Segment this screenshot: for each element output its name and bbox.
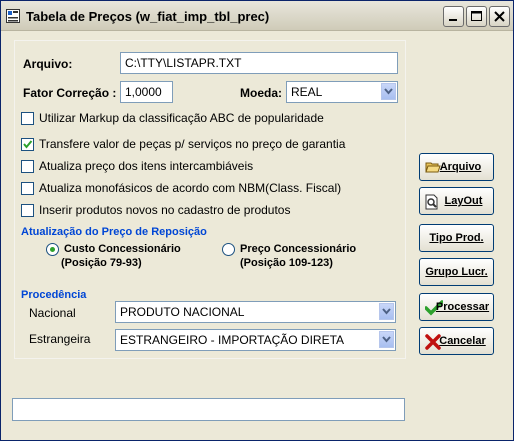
radio-custo-concessionario[interactable] xyxy=(46,243,59,256)
radio-preco-concessionario[interactable] xyxy=(222,243,235,256)
nacional-value: PRODUTO NACIONAL xyxy=(120,305,245,319)
status-field xyxy=(12,398,405,421)
nacional-label: Nacional xyxy=(29,306,76,320)
checkbox-inserir-produtos-label: Inserir produtos novos no cadastro de pr… xyxy=(39,203,291,217)
moeda-label: Moeda: xyxy=(240,86,282,100)
maximize-button[interactable] xyxy=(466,6,487,27)
cancelar-button-label: Cancelar xyxy=(439,335,486,347)
arquivo-button-label: Arquivo xyxy=(439,161,482,173)
moeda-select[interactable]: REAL xyxy=(286,81,398,103)
checkbox-markup-abc-label: Utilizar Markup da classificação ABC de … xyxy=(39,111,324,125)
app-icon xyxy=(6,9,20,23)
chevron-down-icon xyxy=(384,88,393,95)
fator-correcao-label: Fator Correção : xyxy=(23,86,117,100)
tipo-prod-button[interactable]: Tipo Prod. xyxy=(419,224,494,252)
checkbox-inserir-produtos[interactable] xyxy=(21,204,34,217)
checkmark-icon xyxy=(23,140,33,149)
grupo-lucr-button-label: Grupo Lucr. xyxy=(425,266,488,278)
minimize-button[interactable] xyxy=(443,6,464,27)
tipo-prod-button-label: Tipo Prod. xyxy=(429,232,484,244)
checkbox-transfere-valor[interactable] xyxy=(21,138,34,151)
cancelar-button[interactable]: Cancelar xyxy=(419,327,494,355)
chevron-down-icon xyxy=(382,336,391,343)
radio-custo-concessionario-sub: (Posição 79-93) xyxy=(61,257,142,269)
estrangeira-value: ESTRANGEIRO - IMPORTAÇÃO DIRETA xyxy=(120,333,345,347)
nacional-select[interactable]: PRODUTO NACIONAL xyxy=(115,301,396,323)
estrangeira-dropdown-button[interactable] xyxy=(379,331,394,348)
procedencia-section-title: Procedência xyxy=(21,289,87,301)
radio-preco-concessionario-sub: (Posição 109-123) xyxy=(240,257,333,269)
checkbox-markup-abc[interactable] xyxy=(21,112,34,125)
layout-button-label: LayOut xyxy=(444,195,483,207)
checkbox-atualiza-intercambiaveis-label: Atualiza preço dos itens intercambiáveis xyxy=(39,159,254,173)
chevron-down-icon xyxy=(382,308,391,315)
processar-button[interactable]: Processar xyxy=(419,293,494,321)
moeda-dropdown-button[interactable] xyxy=(381,83,396,100)
checkbox-transfere-valor-label: Transfere valor de peças p/ serviços no … xyxy=(39,137,346,151)
checkbox-atualiza-monofasicos-label: Atualiza monofásicos de acordo com NBM(C… xyxy=(39,181,342,195)
nacional-dropdown-button[interactable] xyxy=(379,303,394,320)
minimize-icon xyxy=(449,19,457,21)
close-button[interactable] xyxy=(489,6,510,27)
fator-correcao-input[interactable]: 1,0000 xyxy=(120,81,173,103)
title-bar: Tabela de Preços (w_fiat_imp_tbl_prec) xyxy=(1,1,513,31)
radio-custo-concessionario-label: Custo Concessionário xyxy=(64,243,181,255)
checkbox-atualiza-intercambiaveis[interactable] xyxy=(21,160,34,173)
moeda-value: REAL xyxy=(291,85,323,99)
maximize-icon xyxy=(471,11,482,21)
radio-selected-dot xyxy=(50,247,55,252)
grupo-lucr-button[interactable]: Grupo Lucr. xyxy=(419,258,494,286)
estrangeira-label: Estrangeira xyxy=(29,332,91,346)
checkbox-atualiza-monofasicos[interactable] xyxy=(21,182,34,195)
window: Tabela de Preços (w_fiat_imp_tbl_prec) A… xyxy=(0,0,514,441)
radio-preco-concessionario-label: Preço Concessionário xyxy=(240,243,357,255)
estrangeira-select[interactable]: ESTRANGEIRO - IMPORTAÇÃO DIRETA xyxy=(115,329,396,351)
arquivo-label: Arquivo: xyxy=(23,57,73,71)
window-title: Tabela de Preços (w_fiat_imp_tbl_prec) xyxy=(26,9,270,24)
client-area: Arquivo: C:\TTY\LISTAPR.TXT Fator Correç… xyxy=(3,32,511,438)
processar-button-label: Processar xyxy=(435,301,490,313)
close-icon xyxy=(494,11,505,22)
layout-button[interactable]: LayOut xyxy=(419,187,494,215)
reposicao-section-title: Atualização do Preço de Reposição xyxy=(21,226,207,238)
arquivo-button[interactable]: Arquivo xyxy=(419,153,494,181)
arquivo-input[interactable]: C:\TTY\LISTAPR.TXT xyxy=(120,52,398,74)
